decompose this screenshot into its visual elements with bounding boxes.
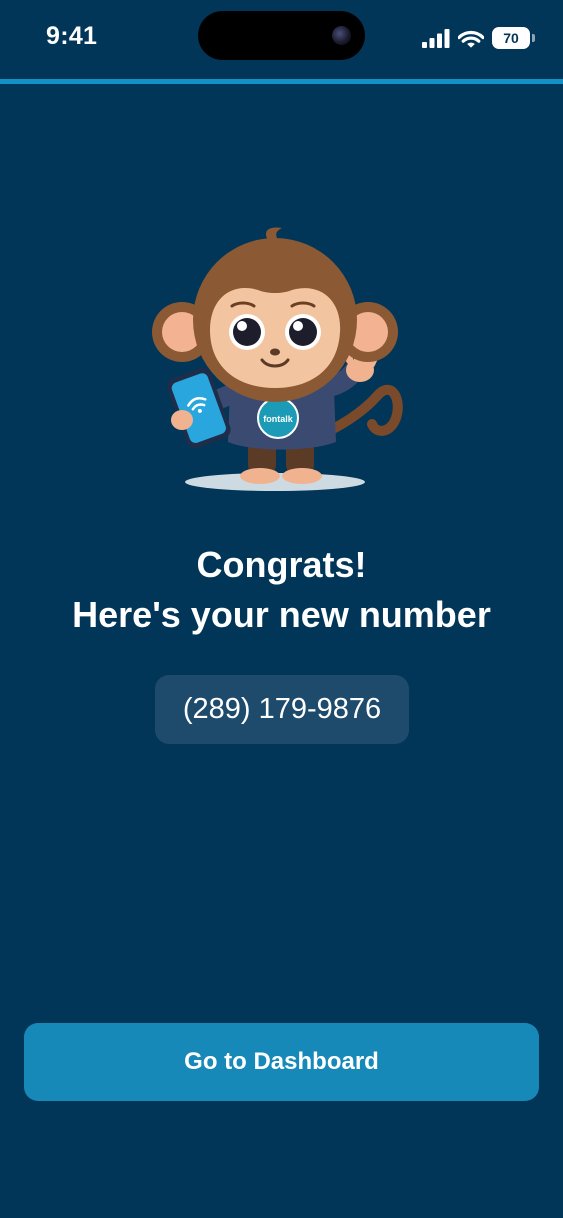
go-to-dashboard-button[interactable]: Go to Dashboard (24, 1023, 539, 1101)
battery-icon: 70 (492, 27, 530, 49)
status-time: 9:41 (46, 22, 98, 50)
monkey-with-phone-illustration: fontalk (152, 227, 403, 491)
shirt-logo-text: fontalk (263, 414, 293, 424)
phone-number-display: (289) 179-9876 (155, 675, 409, 744)
battery-level: 70 (503, 30, 519, 46)
front-camera-icon (332, 26, 351, 45)
cellular-signal-icon (422, 28, 450, 48)
header-accent-line (0, 79, 563, 84)
dynamic-island (198, 11, 365, 60)
status-icons: 70 (422, 27, 535, 49)
title-new-number: Here's your new number (72, 594, 491, 635)
battery-tip (532, 34, 535, 42)
status-bar: 9:41 70 (0, 0, 563, 80)
title-congrats: Congrats! (196, 544, 367, 585)
wifi-icon (458, 30, 484, 48)
success-title: Congrats! Here's your new number (0, 540, 563, 640)
